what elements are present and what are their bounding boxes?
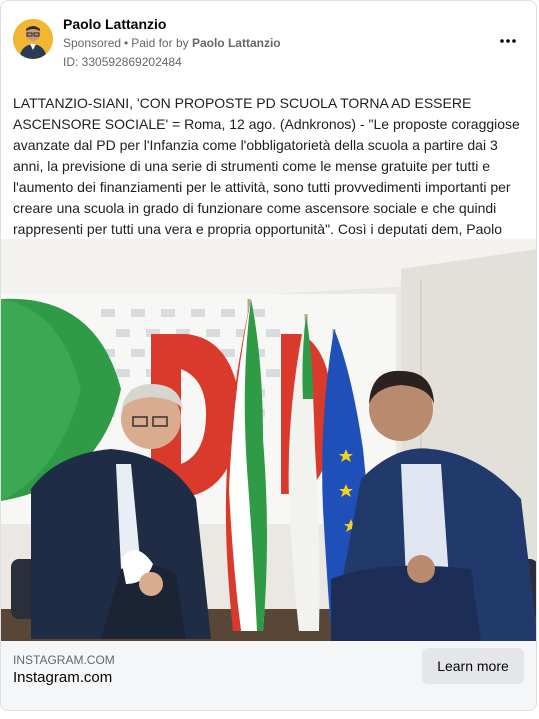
more-options-icon — [500, 39, 516, 43]
post-photo[interactable] — [1, 239, 536, 641]
ad-card: Paolo Lattanzio Sponsored • Paid for by Pa… — [0, 0, 537, 711]
more-options-button[interactable] — [498, 31, 518, 51]
ad-id: ID: 330592869202484 — [63, 55, 182, 69]
learn-more-button[interactable]: Learn more — [422, 648, 524, 684]
photo-illustration — [1, 239, 536, 641]
post-header: Paolo Lattanzio Sponsored • Paid for by Pa… — [1, 1, 536, 81]
page-avatar[interactable] — [13, 19, 53, 59]
link-domain: INSTAGRAM.COM — [13, 653, 115, 667]
link-footer[interactable]: INSTAGRAM.COM Instagram.com Learn more — [1, 641, 536, 710]
paid-for-prefix: Paid for by — [131, 36, 189, 50]
post-text: LATTANZIO-SIANI, 'CON PROPOSTE PD SCUOLA… — [13, 95, 520, 258]
sponsored-line: Sponsored • Paid for by Paolo Lattanzio — [63, 36, 281, 50]
page-name[interactable]: Paolo Lattanzio — [63, 16, 166, 32]
paid-for-name: Paolo Lattanzio — [191, 36, 281, 50]
sponsored-label[interactable]: Sponsored — [63, 36, 121, 50]
link-title[interactable]: Instagram.com — [13, 669, 112, 686]
